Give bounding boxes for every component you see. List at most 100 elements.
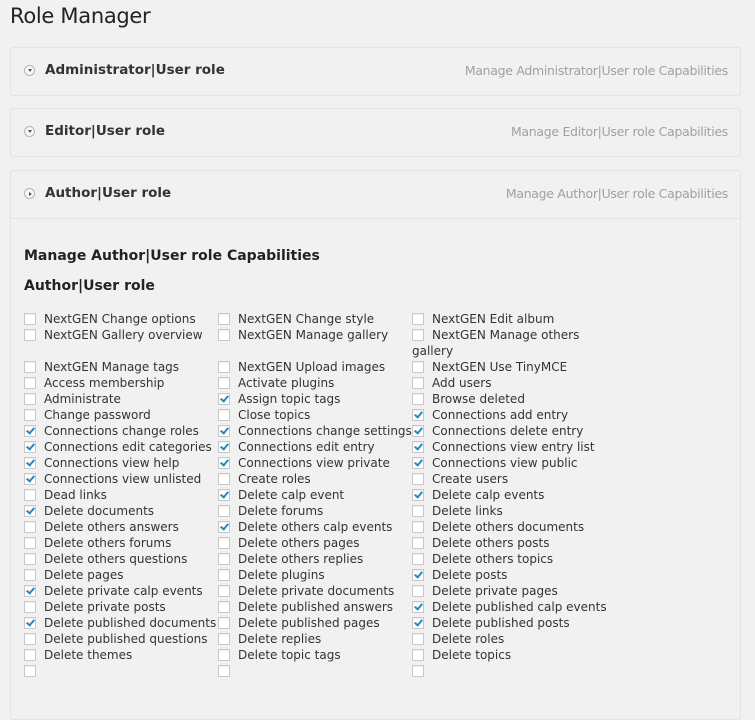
capability-item[interactable]: Delete published questions [24, 631, 218, 647]
capability-item[interactable] [412, 663, 606, 679]
checkbox-checked[interactable] [218, 489, 230, 501]
checkbox-checked[interactable] [412, 409, 424, 421]
capability-item[interactable]: NextGEN Change options [24, 311, 218, 327]
capability-item[interactable]: NextGEN Manage tags [24, 359, 218, 375]
panel-header[interactable]: Administrator|User role Manage Administr… [11, 48, 740, 95]
panel-title[interactable]: Author|User role [45, 185, 171, 201]
checkbox-checked[interactable] [218, 441, 230, 453]
checkbox[interactable] [24, 377, 36, 389]
capability-item[interactable]: Delete calp events [412, 487, 606, 503]
panel-header[interactable]: Author|User role Manage Author|User role… [11, 171, 740, 218]
checkbox[interactable] [218, 665, 230, 677]
capability-item[interactable]: Connections view private [218, 455, 412, 471]
checkbox-checked[interactable] [24, 425, 36, 437]
checkbox[interactable] [218, 601, 230, 613]
capability-item[interactable]: Delete others questions [24, 551, 218, 567]
capability-item[interactable]: NextGEN Gallery overview [24, 327, 218, 359]
capability-item[interactable]: Delete others forums [24, 535, 218, 551]
checkbox-checked[interactable] [24, 457, 36, 469]
capability-item[interactable]: Connections view unlisted [24, 471, 218, 487]
capability-item[interactable]: Delete forums [218, 503, 412, 519]
capability-item[interactable]: Connections view entry list [412, 439, 606, 455]
checkbox[interactable] [218, 313, 230, 325]
checkbox[interactable] [412, 313, 424, 325]
checkbox[interactable] [218, 553, 230, 565]
checkbox-checked[interactable] [412, 425, 424, 437]
capability-item[interactable]: Delete published answers [218, 599, 412, 615]
capability-item[interactable]: Delete private calp events [24, 583, 218, 599]
checkbox[interactable] [218, 585, 230, 597]
checkbox[interactable] [412, 633, 424, 645]
checkbox[interactable] [218, 377, 230, 389]
checkbox-checked[interactable] [412, 489, 424, 501]
capability-item[interactable]: Connections add entry [412, 407, 606, 423]
checkbox[interactable] [24, 521, 36, 533]
capability-item[interactable]: Delete published documents [24, 615, 218, 631]
capability-item[interactable]: Delete plugins [218, 567, 412, 583]
panel-header[interactable]: Editor|User role Manage Editor|User role… [11, 109, 740, 156]
checkbox[interactable] [24, 313, 36, 325]
capability-item[interactable]: Delete pages [24, 567, 218, 583]
checkbox-checked[interactable] [412, 601, 424, 613]
checkbox-checked[interactable] [218, 521, 230, 533]
checkbox-checked[interactable] [218, 393, 230, 405]
manage-capabilities-link[interactable]: Manage Administrator|User role Capabilit… [465, 63, 728, 78]
checkbox[interactable] [24, 665, 36, 677]
chevron-down-icon[interactable] [24, 65, 35, 76]
capability-item[interactable]: Connections change settings [218, 423, 412, 439]
checkbox[interactable] [24, 489, 36, 501]
checkbox[interactable] [218, 649, 230, 661]
capability-item[interactable]: Delete calp event [218, 487, 412, 503]
capability-item[interactable]: Delete others documents [412, 519, 606, 535]
capability-item[interactable]: Delete documents [24, 503, 218, 519]
checkbox-checked[interactable] [412, 457, 424, 469]
capability-item[interactable]: Browse deleted [412, 391, 606, 407]
capability-item[interactable]: Delete links [412, 503, 606, 519]
capability-item[interactable]: Add users [412, 375, 606, 391]
capability-item[interactable]: Delete others calp events [218, 519, 412, 535]
capability-item[interactable]: NextGEN Change style [218, 311, 412, 327]
capability-item[interactable]: Delete replies [218, 631, 412, 647]
checkbox[interactable] [218, 329, 230, 341]
checkbox-checked[interactable] [412, 617, 424, 629]
checkbox[interactable] [218, 473, 230, 485]
capability-item[interactable]: NextGEN Upload images [218, 359, 412, 375]
capability-item[interactable]: Connections change roles [24, 423, 218, 439]
checkbox[interactable] [412, 377, 424, 389]
capability-item[interactable]: Assign topic tags [218, 391, 412, 407]
capability-item[interactable]: Connections edit entry [218, 439, 412, 455]
capability-item[interactable]: Delete published pages [218, 615, 412, 631]
checkbox-checked[interactable] [218, 457, 230, 469]
checkbox[interactable] [24, 553, 36, 565]
capability-item[interactable]: Access membership [24, 375, 218, 391]
checkbox[interactable] [412, 361, 424, 373]
chevron-right-icon[interactable] [24, 188, 35, 199]
manage-capabilities-link[interactable]: Manage Author|User role Capabilities [506, 186, 728, 201]
panel-title[interactable]: Editor|User role [45, 123, 165, 139]
capability-item[interactable]: NextGEN Manage gallery [218, 327, 412, 359]
capability-item[interactable]: Delete posts [412, 567, 606, 583]
capability-item[interactable]: Delete others posts [412, 535, 606, 551]
checkbox[interactable] [24, 649, 36, 661]
capability-item[interactable]: Delete private documents [218, 583, 412, 599]
checkbox[interactable] [24, 569, 36, 581]
checkbox[interactable] [24, 537, 36, 549]
checkbox-checked[interactable] [24, 505, 36, 517]
checkbox[interactable] [412, 393, 424, 405]
capability-item[interactable]: Delete roles [412, 631, 606, 647]
checkbox[interactable] [412, 665, 424, 677]
checkbox[interactable] [412, 505, 424, 517]
checkbox[interactable] [412, 649, 424, 661]
checkbox-checked[interactable] [24, 441, 36, 453]
checkbox[interactable] [218, 361, 230, 373]
capability-item[interactable] [24, 663, 218, 679]
checkbox[interactable] [412, 537, 424, 549]
checkbox-checked[interactable] [24, 585, 36, 597]
capability-item[interactable]: Delete themes [24, 647, 218, 663]
checkbox[interactable] [218, 537, 230, 549]
checkbox-checked[interactable] [24, 617, 36, 629]
capability-item[interactable]: Delete others replies [218, 551, 412, 567]
checkbox[interactable] [218, 569, 230, 581]
capability-item[interactable]: Create users [412, 471, 606, 487]
manage-capabilities-link[interactable]: Manage Editor|User role Capabilities [511, 124, 728, 139]
